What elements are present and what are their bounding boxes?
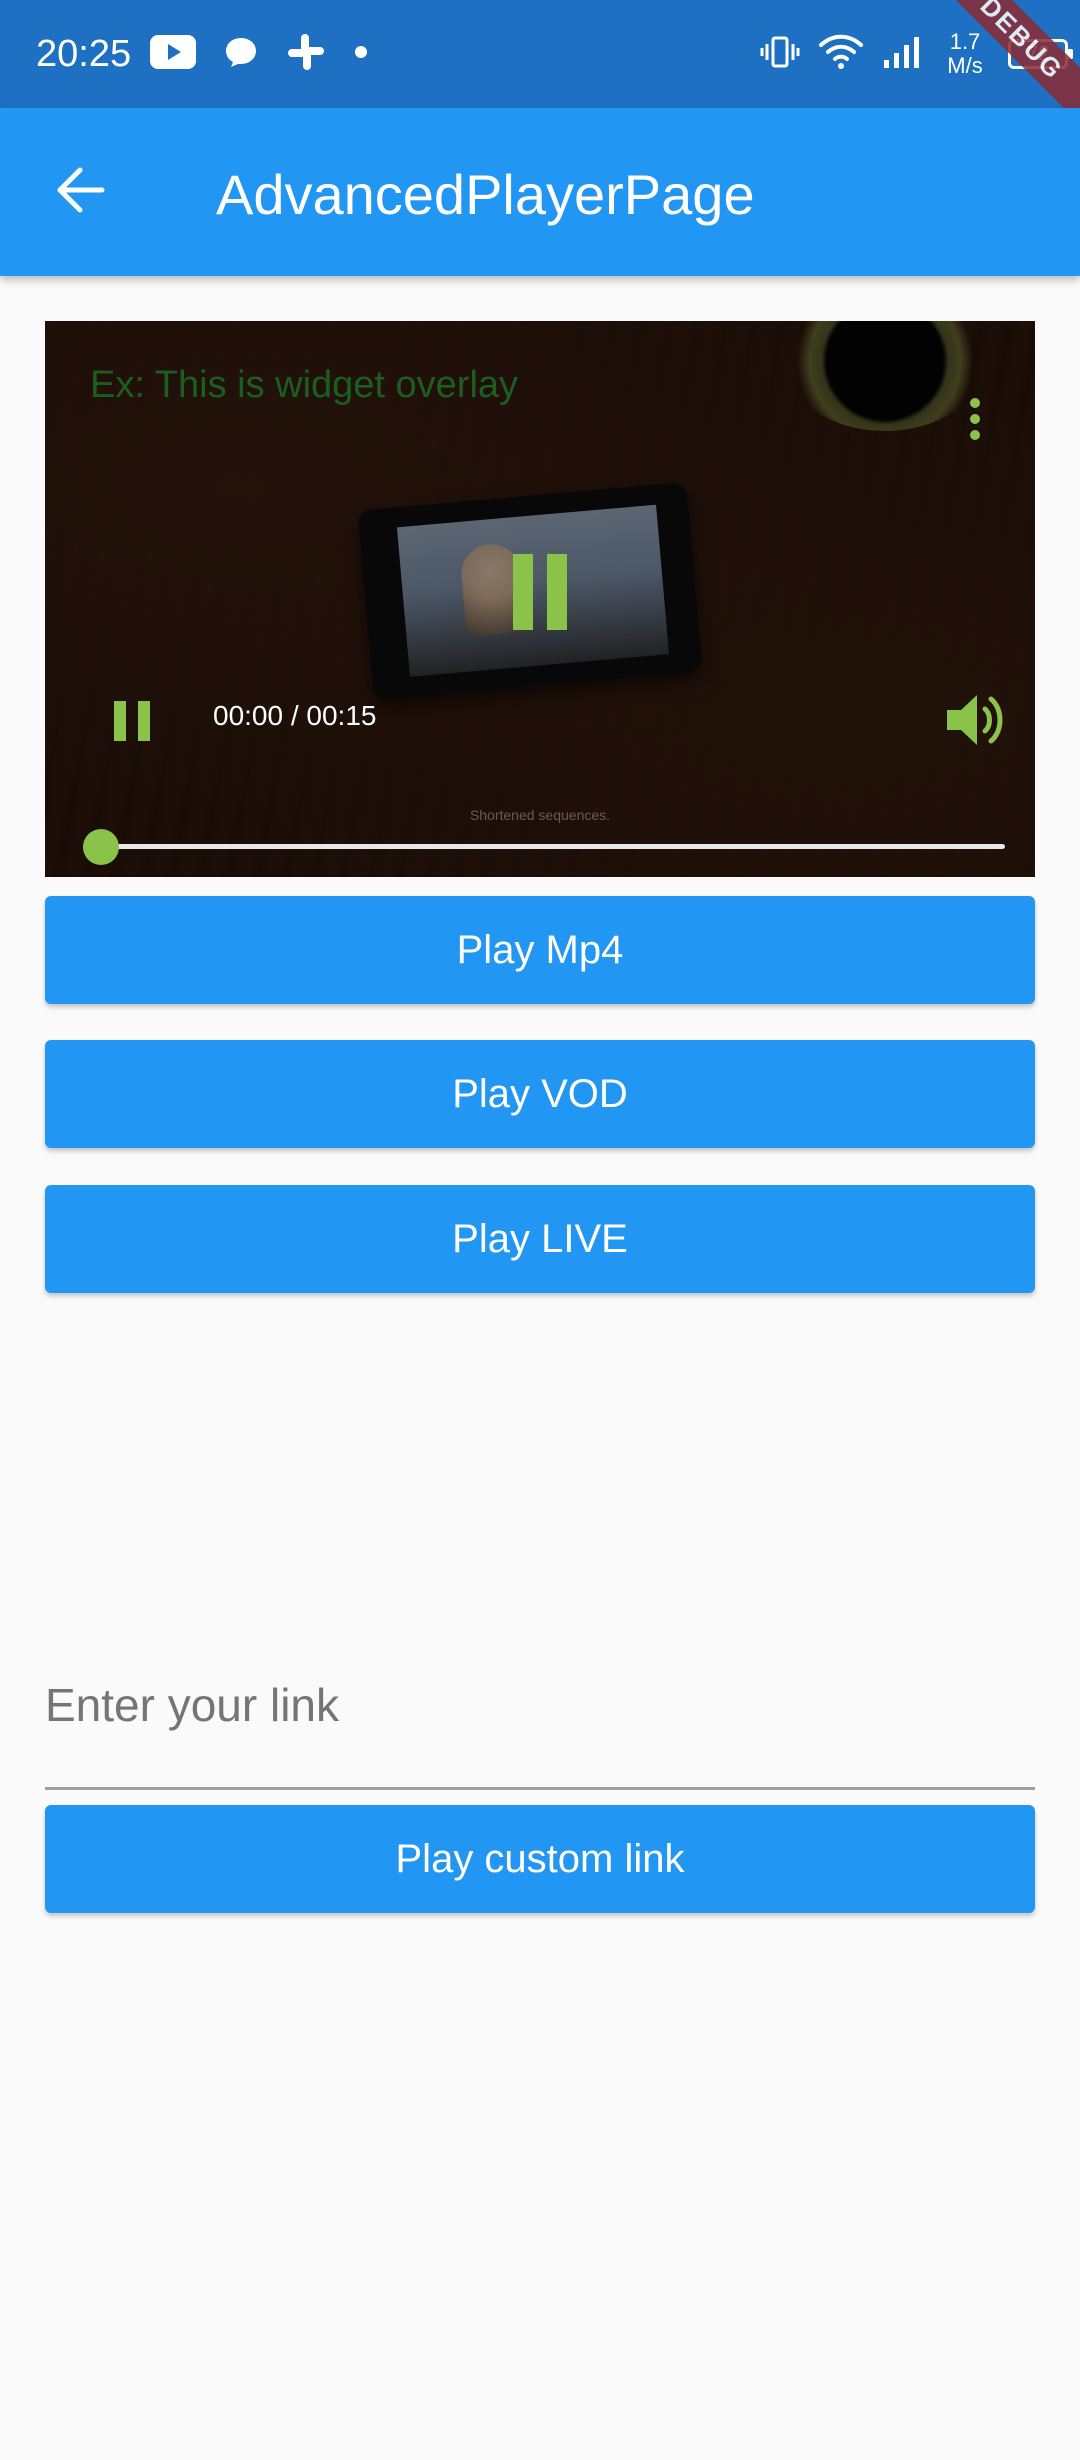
more-options-button[interactable] (945, 379, 1005, 459)
more-vert-icon (970, 398, 980, 408)
chat-bubble-icon (224, 36, 258, 73)
app-screen: 20:25 1.7 M/s DEBUG AdvancedPlayerPage E… (0, 0, 1080, 2460)
video-player[interactable]: Ex: This is widget overlay 00:00 / 00:15 (45, 321, 1035, 877)
back-button[interactable] (40, 152, 120, 232)
play-mp4-button[interactable]: Play Mp4 (45, 896, 1035, 1004)
status-time: 20:25 (36, 33, 132, 75)
seek-track (83, 844, 1005, 849)
app-bar: AdvancedPlayerPage (0, 108, 1080, 276)
center-pause-button[interactable] (505, 554, 575, 630)
network-speed: 1.7 M/s (940, 30, 990, 78)
pause-icon (513, 554, 533, 630)
page-title: AdvancedPlayerPage (216, 163, 755, 226)
arrow-back-icon (54, 164, 106, 221)
vibrate-icon (760, 32, 800, 77)
volume-button[interactable] (943, 687, 1013, 753)
widget-overlay-text: Ex: This is widget overlay (90, 364, 519, 406)
video-caption: Shortened sequences. (469, 807, 611, 823)
play-live-button[interactable]: Play LIVE (45, 1185, 1035, 1293)
time-display: 00:00 / 00:15 (213, 700, 377, 731)
play-pause-button[interactable] (107, 691, 157, 751)
signal-icon (882, 34, 922, 75)
wifi-icon (818, 33, 864, 76)
play-custom-link-button[interactable]: Play custom link (45, 1805, 1035, 1913)
seek-bar[interactable] (83, 829, 1005, 865)
play-vod-button[interactable]: Play VOD (45, 1040, 1035, 1148)
link-field (45, 1650, 1035, 1790)
notification-icons (150, 32, 368, 76)
link-input[interactable] (45, 1670, 1035, 1740)
volume-up-icon (943, 695, 1013, 757)
network-speed-unit: M/s (947, 53, 983, 78)
seek-thumb[interactable] (83, 829, 119, 865)
dot-icon (354, 45, 368, 64)
status-bar: 20:25 1.7 M/s DEBUG (0, 0, 1080, 145)
more-vert-icon-dot (970, 414, 980, 424)
slack-icon (286, 32, 326, 77)
pause-icon (114, 701, 126, 741)
youtube-icon (150, 34, 196, 74)
pause-icon-bar (547, 554, 567, 630)
network-speed-value: 1.7 (949, 29, 981, 54)
pause-icon-bar (138, 701, 150, 741)
more-vert-icon-dot (970, 430, 980, 440)
